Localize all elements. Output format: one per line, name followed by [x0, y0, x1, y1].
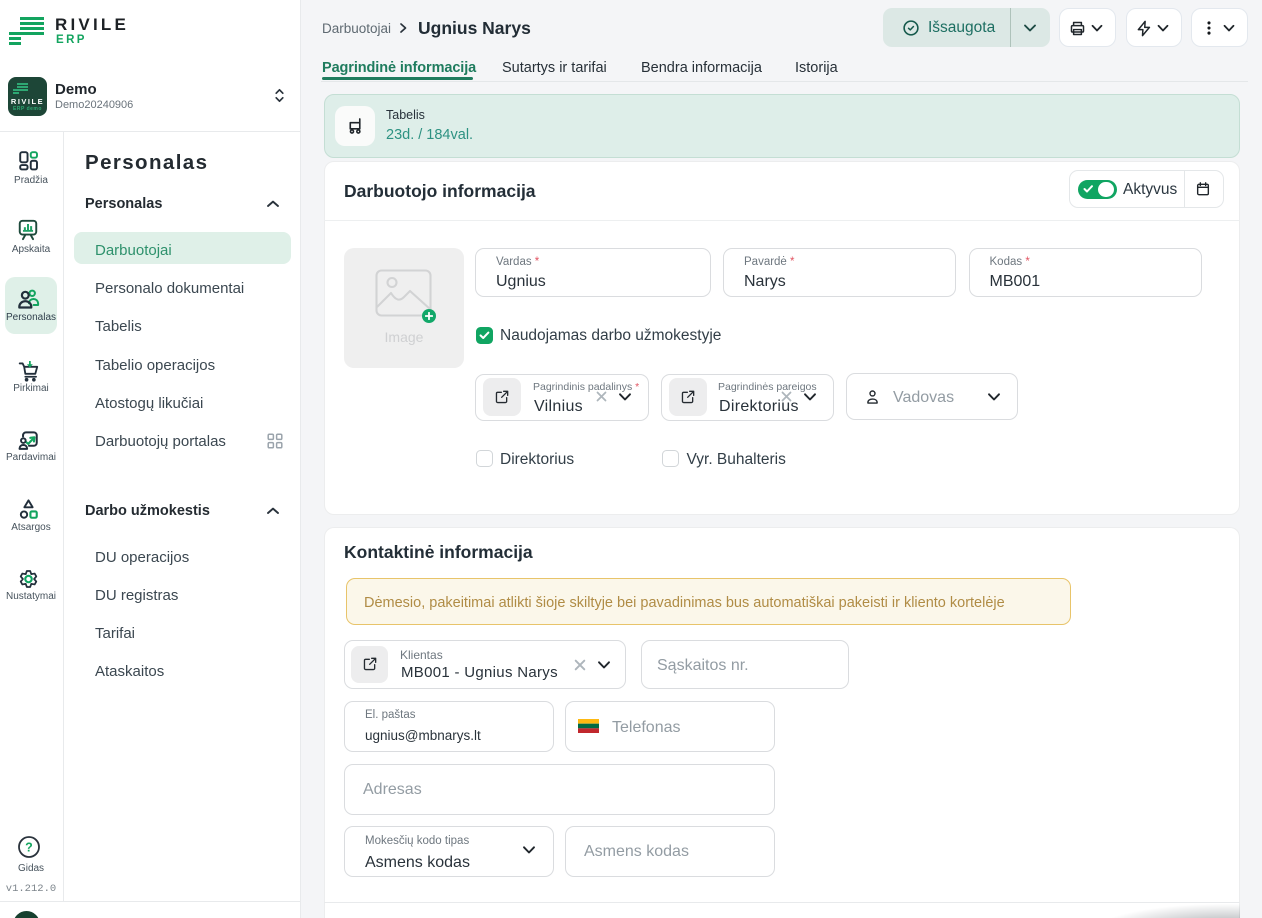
- svg-text:?: ?: [25, 840, 33, 854]
